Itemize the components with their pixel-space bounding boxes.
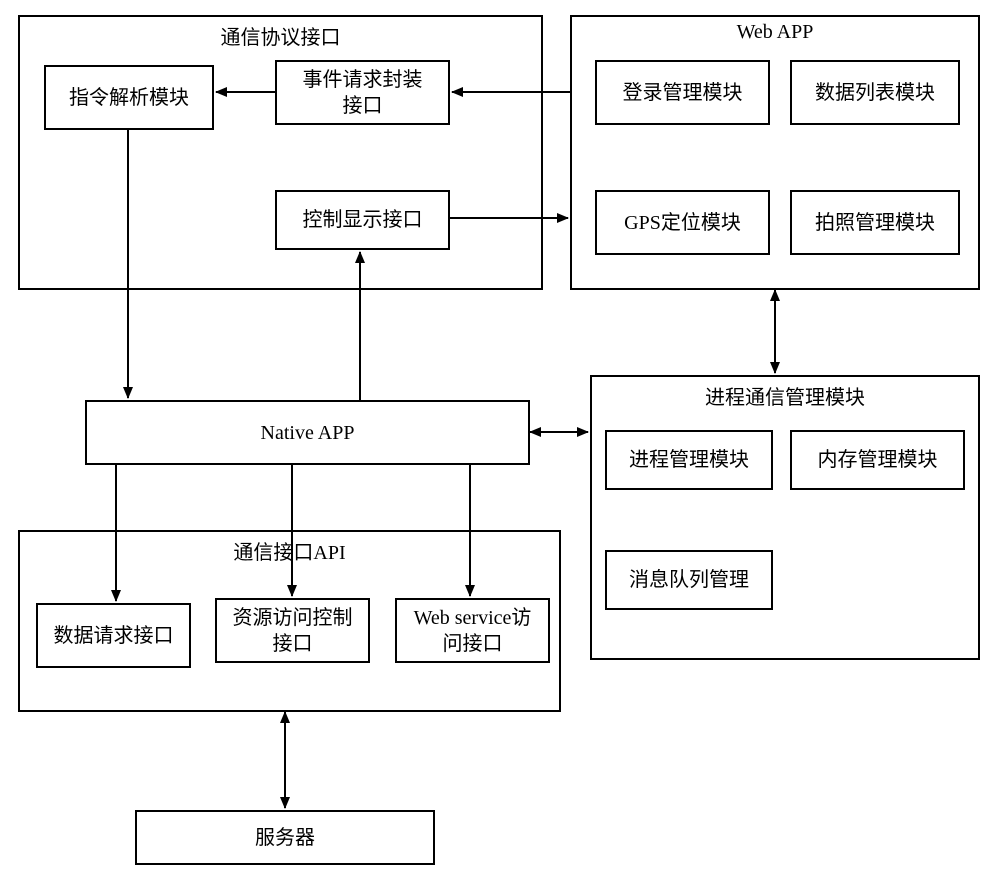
event-request-box: 事件请求封装 接口 xyxy=(275,60,450,125)
display-control-text: 控制显示接口 xyxy=(303,207,423,233)
memory-module-box: 内存管理模块 xyxy=(790,430,965,490)
protocol-label: 通信协议接口 xyxy=(20,17,541,54)
server-text: 服务器 xyxy=(255,825,315,851)
web-service-box: Web service访 问接口 xyxy=(395,598,550,663)
parse-module-box: 指令解析模块 xyxy=(44,65,214,130)
server-box: 服务器 xyxy=(135,810,435,865)
display-control-box: 控制显示接口 xyxy=(275,190,450,250)
datalist-module-box: 数据列表模块 xyxy=(790,60,960,125)
process-module-box: 进程管理模块 xyxy=(605,430,773,490)
webapp-label: Web APP xyxy=(572,17,978,48)
photo-module-box: 拍照管理模块 xyxy=(790,190,960,255)
gps-module-box: GPS定位模块 xyxy=(595,190,770,255)
event-request-text: 事件请求封装 接口 xyxy=(303,67,423,119)
data-request-text: 数据请求接口 xyxy=(54,623,174,649)
datalist-module-text: 数据列表模块 xyxy=(815,80,935,106)
resource-access-text: 资源访问控制 接口 xyxy=(233,605,353,657)
photo-module-text: 拍照管理模块 xyxy=(815,210,935,236)
msg-queue-text: 消息队列管理 xyxy=(629,567,749,593)
msg-queue-box: 消息队列管理 xyxy=(605,550,773,610)
resource-access-box: 资源访问控制 接口 xyxy=(215,598,370,663)
data-request-box: 数据请求接口 xyxy=(36,603,191,668)
gps-module-text: GPS定位模块 xyxy=(624,210,741,236)
login-module-box: 登录管理模块 xyxy=(595,60,770,125)
process-container: 进程通信管理模块 xyxy=(590,375,980,660)
web-service-text: Web service访 问接口 xyxy=(414,605,532,657)
parse-module-text: 指令解析模块 xyxy=(69,85,189,111)
native-app-box: Native APP xyxy=(85,400,530,465)
native-app-text: Native APP xyxy=(261,420,355,446)
memory-module-text: 内存管理模块 xyxy=(818,447,938,473)
process-module-text: 进程管理模块 xyxy=(629,447,749,473)
login-module-text: 登录管理模块 xyxy=(623,80,743,106)
api-label: 通信接口API xyxy=(20,532,559,569)
process-label: 进程通信管理模块 xyxy=(592,377,978,414)
